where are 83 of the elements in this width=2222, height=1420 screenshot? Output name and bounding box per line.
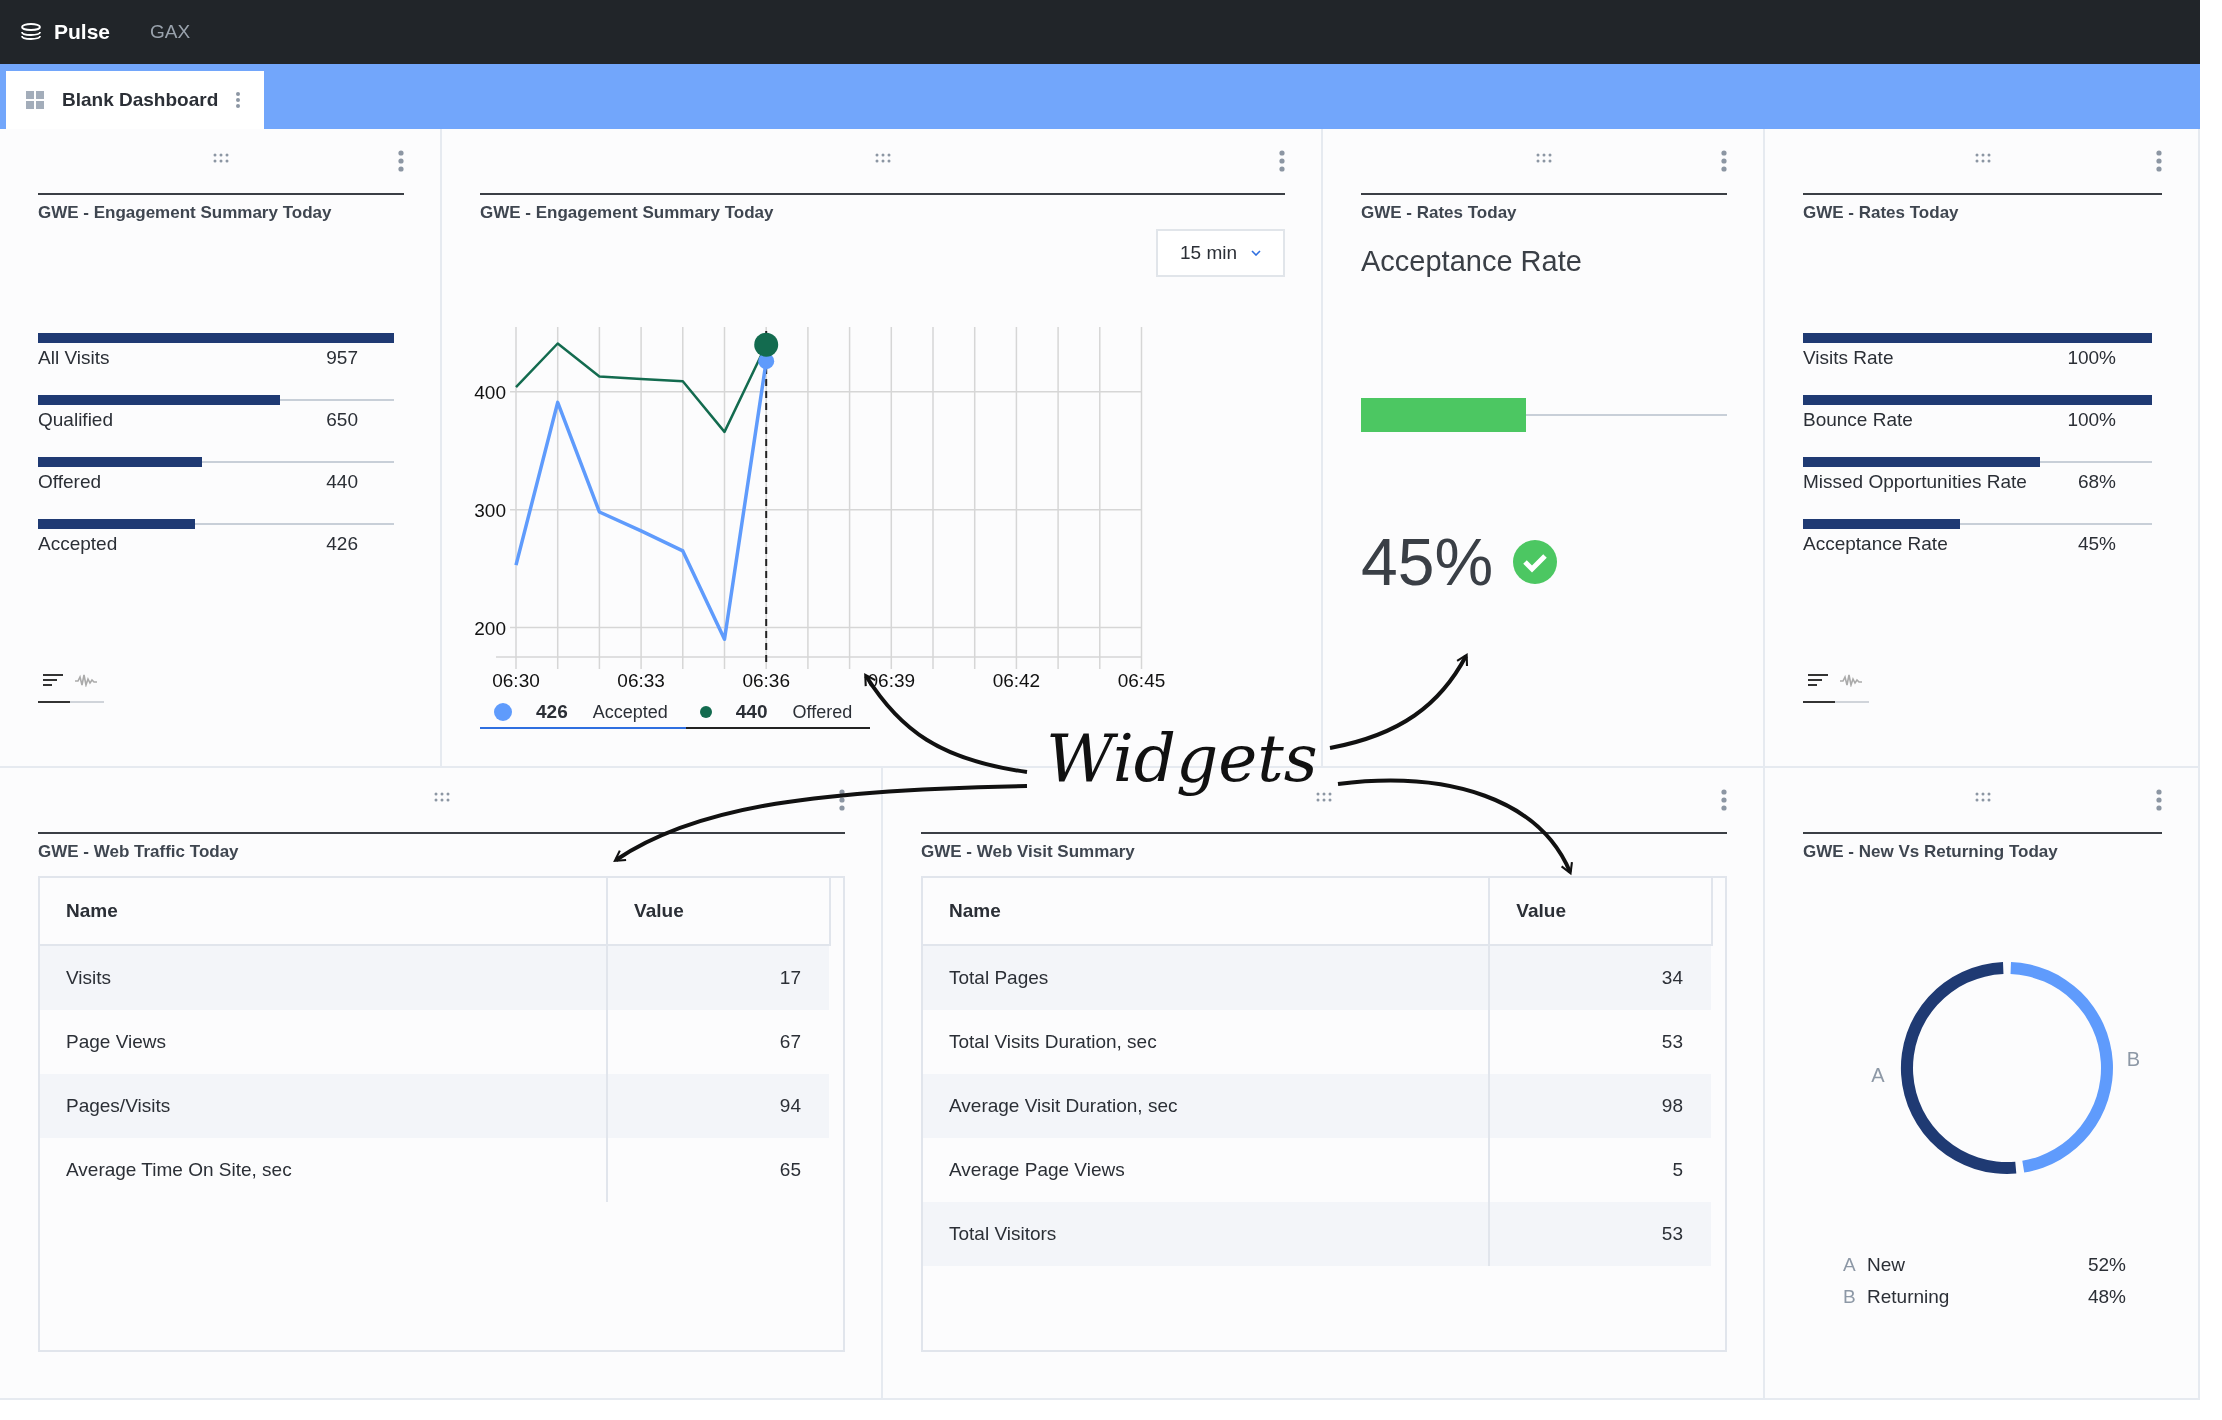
more-options-icon[interactable] [839,789,845,811]
bar-label: All Visits [38,347,110,369]
table-cell-text: 17 [778,966,802,990]
chevron-down-icon [1251,250,1261,256]
bar-value: 45% [2077,533,2116,555]
x-axis-label: 06:45 [1117,670,1166,691]
metric-value: 45% [1361,524,1494,600]
table-cell: Total Pages [923,946,1491,1010]
y-axis-label: 400 [474,381,506,403]
nav-link[interactable]: GAX [150,21,191,43]
bar-value: 100% [2067,409,2116,431]
table-cell-text: 53 [1660,1030,1684,1054]
legend-marker: B [1843,1286,1857,1308]
annotation-label: Widgets [1045,722,1319,796]
drag-handle-icon[interactable] [213,153,229,163]
bar-label: Offered [38,471,102,493]
stack-logo-icon [20,23,42,41]
table-cell: Pages/Visits [40,1074,609,1138]
legend-marker: A [1843,1254,1857,1276]
bar-value: 68% [2077,471,2116,493]
drag-handle-icon[interactable] [874,153,891,163]
drag-handle-icon[interactable] [433,792,450,802]
bar-value: 426 [326,533,358,555]
widget-title: GWE - Rates Today [1361,203,1518,223]
app-name: Pulse [54,20,111,44]
bar-value: 650 [326,409,358,431]
x-axis-label: 06:30 [492,670,540,691]
dashboard-tab[interactable]: Blank Dashboard [6,71,265,129]
check-circle-icon [1513,540,1558,584]
legend-label: Returning [1867,1286,1951,1308]
table-cell-text: 67 [778,1030,802,1054]
bar-label: Missed Opportunities Rate [1803,471,2027,493]
waveform-icon [1839,673,1863,687]
widget-title: GWE - Engagement Summary Today [38,203,333,223]
table-cell-text: 65 [778,1158,802,1182]
bar-lines-icon [42,673,64,687]
y-axis-label: 200 [474,617,506,639]
bar-label: Bounce Rate [1803,409,1913,431]
waveform-icon [74,673,98,687]
table-cell: Average Time On Site, sec [40,1138,609,1202]
widget-title: GWE - Web Traffic Today [38,842,240,862]
table-cell-text: 98 [1660,1094,1684,1118]
column-header[interactable]: Value [608,878,829,944]
y-axis-label: 300 [474,499,506,521]
legend-item[interactable]: 440 Offered [685,701,871,729]
grid-icon [26,91,44,109]
table-cell-text: 5 [1671,1158,1684,1182]
bar-label: Qualified [38,409,113,431]
widget-title: GWE - Web Visit Summary [921,842,1136,862]
table-cell-text: 34 [1660,966,1684,990]
bar-lines-icon [1807,673,1829,687]
column-header[interactable]: Value [1490,878,1711,944]
interval-dropdown[interactable]: 15 min [1155,229,1285,277]
bar-label: Acceptance Rate [1803,533,1948,555]
widget-title: GWE - Engagement Summary Today [480,203,775,223]
bar-label: Accepted [38,533,118,555]
slice-label: A [1871,1064,1885,1088]
table-cell: Total Visitors [923,1202,1491,1266]
drag-handle-icon[interactable] [1974,153,1991,163]
bar-value: 440 [326,471,358,493]
x-axis-label: 06:42 [992,670,1041,691]
table-cell-text: 53 [1660,1222,1684,1246]
legend-item[interactable]: 426 Accepted [480,701,686,729]
x-axis-label: 06:33 [617,670,665,691]
drag-handle-icon[interactable] [1316,792,1332,802]
table-cell: Visits [40,946,609,1010]
metric-name: Acceptance Rate [1361,245,1583,278]
x-axis-label: 06:36 [742,670,790,691]
column-header[interactable]: Name [923,878,1491,944]
legend-value: 48% [2087,1286,2126,1308]
column-header[interactable]: Name [40,878,609,944]
widget-title: GWE - New Vs Returning Today [1803,842,2059,862]
drag-handle-icon[interactable] [1974,792,1991,802]
legend-label: New [1867,1254,1906,1276]
table-cell: Average Visit Duration, sec [923,1074,1491,1138]
legend-value: 52% [2087,1254,2126,1276]
table-cell-text: 94 [778,1094,802,1118]
bar-label: Visits Rate [1803,347,1894,369]
widget-title: GWE - Rates Today [1803,203,1960,223]
bar-value: 957 [326,347,358,369]
drag-handle-icon[interactable] [1536,153,1552,163]
bar-value: 100% [2067,347,2116,369]
slice-label: B [2126,1047,2141,1071]
